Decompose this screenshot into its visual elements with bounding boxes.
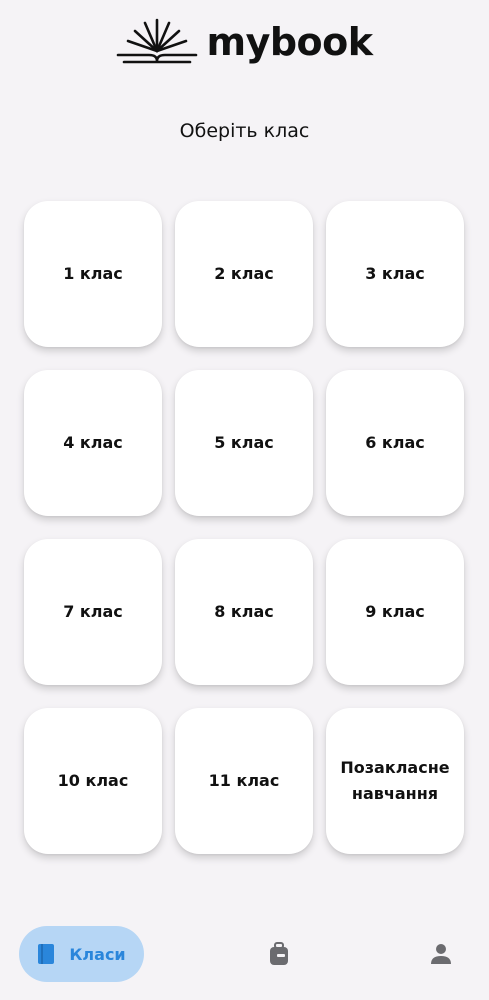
nav-backpack-button[interactable] [251,926,307,982]
grade-tile-10[interactable]: 10 клас [24,708,162,854]
nav-profile-button[interactable] [413,926,469,982]
logo-wordmark: mybook [206,20,373,64]
grade-tile-8[interactable]: 8 клас [175,539,313,685]
nav-classes-button[interactable]: Класи [19,926,144,982]
grade-tile-11[interactable]: 11 клас [175,708,313,854]
bottom-navigation: Класи [0,918,489,1000]
book-icon [37,943,55,965]
page-title: Оберіть клас [179,120,310,142]
grade-tile-3[interactable]: 3 клас [326,201,464,347]
grade-tile-2[interactable]: 2 клас [175,201,313,347]
book-rays-icon [117,18,198,64]
grade-tile-5[interactable]: 5 клас [175,370,313,516]
backpack-icon [269,942,289,966]
grade-tile-extracurricular[interactable]: Позакласне навчання [326,708,464,854]
grade-tile-7[interactable]: 7 клас [24,539,162,685]
nav-classes-label: Класи [69,944,126,964]
grade-tile-4[interactable]: 4 клас [24,370,162,516]
grade-tile-9[interactable]: 9 клас [326,539,464,685]
grade-tile-6[interactable]: 6 клас [326,370,464,516]
person-icon [430,943,452,965]
grade-grid: 1 клас 2 клас 3 клас 4 клас 5 клас 6 кла… [24,201,464,854]
app-logo: mybook [0,14,489,70]
grade-tile-1[interactable]: 1 клас [24,201,162,347]
